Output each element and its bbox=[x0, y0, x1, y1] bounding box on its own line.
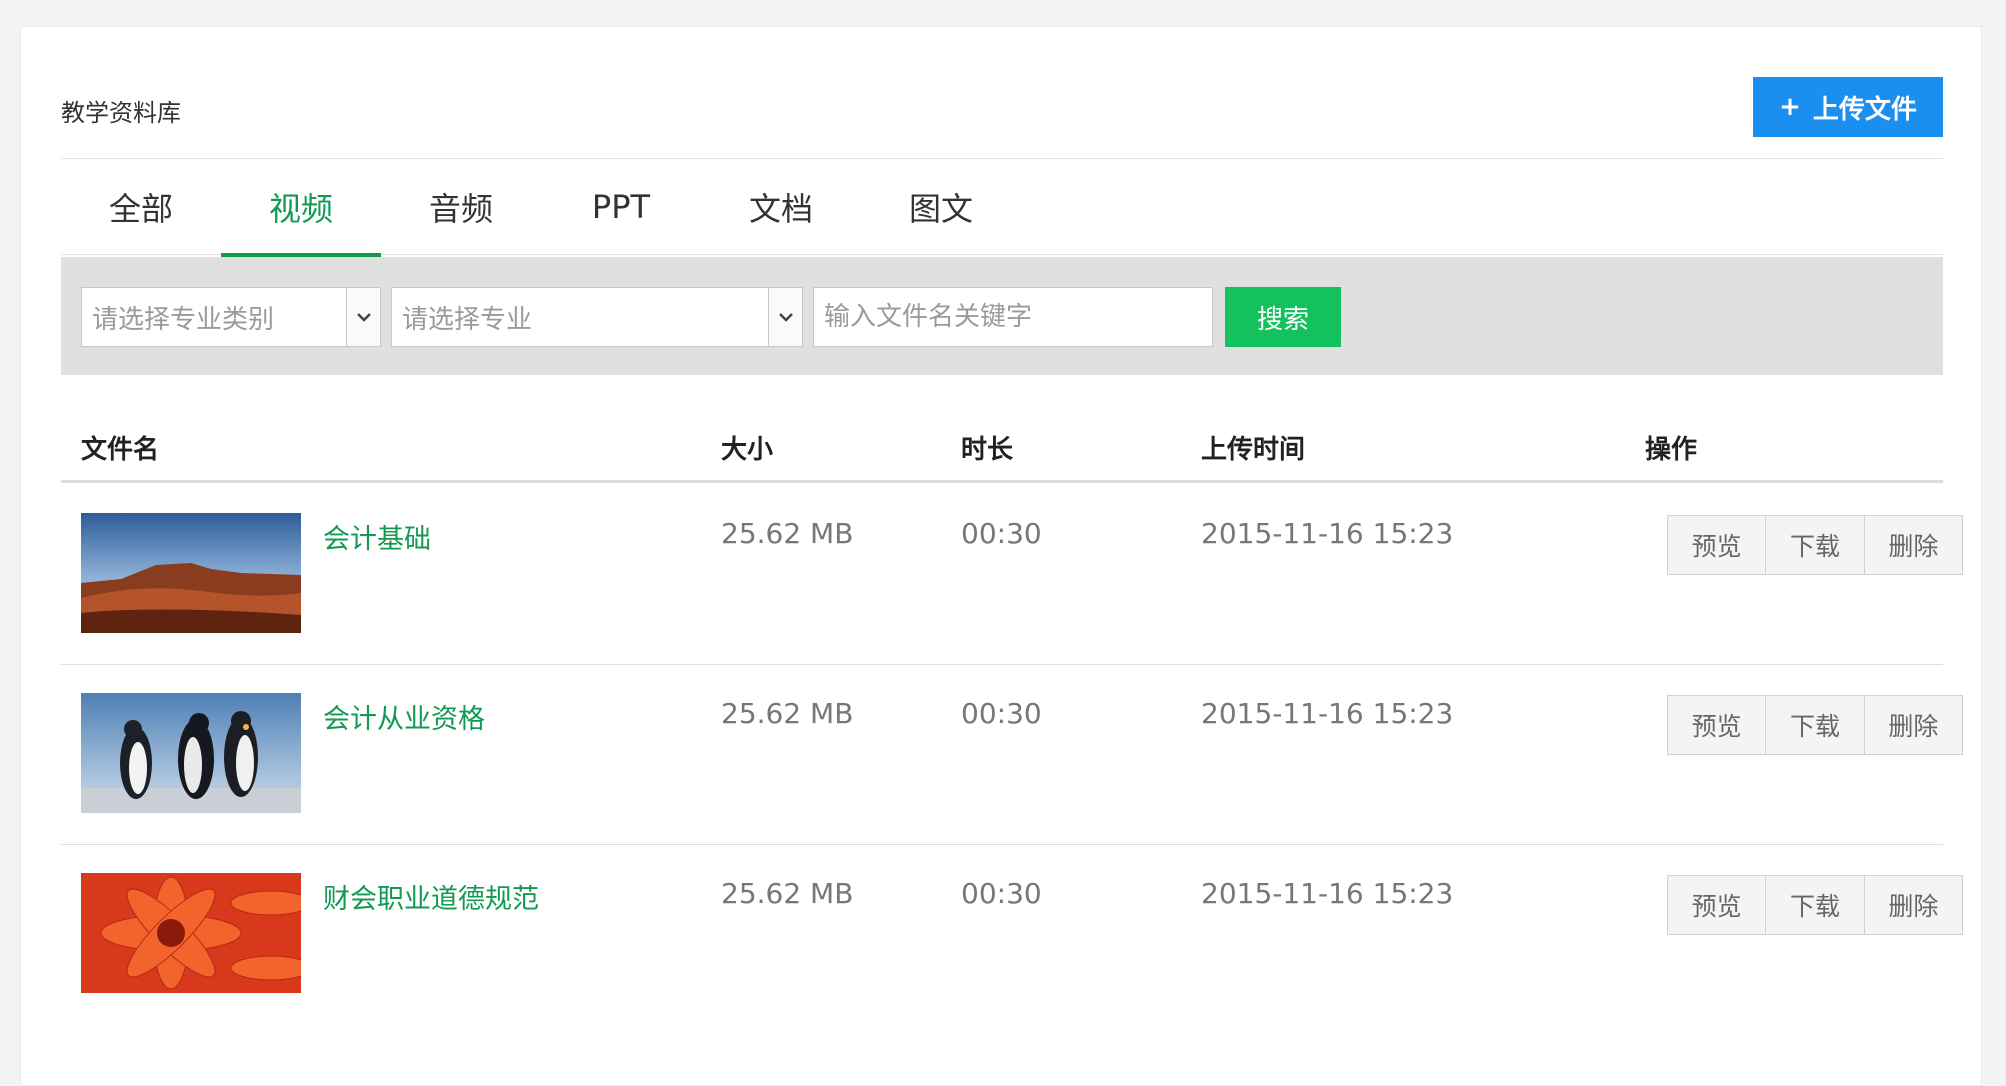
column-header-filename: 文件名 bbox=[81, 435, 160, 465]
preview-button[interactable]: 预览 bbox=[1668, 876, 1765, 934]
file-duration: 00:30 bbox=[961, 517, 1042, 550]
plus-icon: + bbox=[1779, 92, 1801, 122]
delete-button[interactable]: 删除 bbox=[1863, 876, 1962, 934]
tab-image-text[interactable]: 图文 bbox=[861, 159, 1021, 255]
row-actions: 预览 下载 删除 bbox=[1667, 515, 1963, 575]
category-select-value: 请选择专业类别 bbox=[92, 304, 275, 335]
preview-button[interactable]: 预览 bbox=[1668, 696, 1765, 754]
file-size: 25.62 MB bbox=[721, 697, 854, 730]
tab-ppt[interactable]: PPT bbox=[541, 159, 701, 255]
file-name-link[interactable]: 财会职业道德规范 bbox=[323, 877, 539, 916]
file-size: 25.62 MB bbox=[721, 877, 854, 910]
column-header-size: 大小 bbox=[721, 435, 774, 465]
category-select[interactable]: 请选择专业类别 bbox=[81, 287, 381, 347]
library-panel: 教学资料库 + 上传文件 全部 视频 音频 PPT 文档 图文 请选择专业类别 … bbox=[20, 26, 1982, 1086]
delete-button[interactable]: 删除 bbox=[1863, 696, 1962, 754]
column-header-duration: 时长 bbox=[961, 435, 1014, 465]
upload-time: 2015-11-16 15:23 bbox=[1201, 697, 1454, 730]
download-button[interactable]: 下载 bbox=[1765, 696, 1863, 754]
upload-file-button[interactable]: + 上传文件 bbox=[1753, 77, 1943, 137]
delete-button[interactable]: 删除 bbox=[1863, 516, 1962, 574]
file-name-link[interactable]: 会计基础 bbox=[323, 517, 431, 556]
table-row: 财会职业道德规范 25.62 MB 00:30 2015-11-16 15:23… bbox=[61, 845, 1963, 1025]
download-button[interactable]: 下载 bbox=[1765, 876, 1863, 934]
keyword-search-input[interactable] bbox=[813, 287, 1213, 347]
upload-time: 2015-11-16 15:23 bbox=[1201, 877, 1454, 910]
upload-time: 2015-11-16 15:23 bbox=[1201, 517, 1454, 550]
column-header-actions: 操作 bbox=[1645, 435, 1698, 465]
file-type-tabs: 全部 视频 音频 PPT 文档 图文 bbox=[61, 159, 1943, 257]
video-thumbnail[interactable] bbox=[81, 693, 301, 813]
preview-button[interactable]: 预览 bbox=[1668, 516, 1765, 574]
download-button[interactable]: 下载 bbox=[1765, 516, 1863, 574]
file-duration: 00:30 bbox=[961, 877, 1042, 910]
chevron-down-icon[interactable] bbox=[768, 288, 802, 346]
row-actions: 预览 下载 删除 bbox=[1667, 695, 1963, 755]
major-select[interactable]: 请选择专业 bbox=[391, 287, 803, 347]
file-name-link[interactable]: 会计从业资格 bbox=[323, 697, 485, 736]
page-title: 教学资料库 bbox=[61, 99, 181, 127]
video-thumbnail[interactable] bbox=[81, 873, 301, 993]
tab-all[interactable]: 全部 bbox=[61, 159, 221, 255]
major-select-value: 请选择专业 bbox=[402, 304, 533, 335]
table-header: 文件名 大小 时长 上传时间 操作 bbox=[61, 399, 1943, 483]
file-duration: 00:30 bbox=[961, 697, 1042, 730]
file-size: 25.62 MB bbox=[721, 517, 854, 550]
video-thumbnail[interactable] bbox=[81, 513, 301, 633]
filter-bar: 请选择专业类别 请选择专业 搜索 bbox=[61, 257, 1943, 375]
table-row: 会计基础 25.62 MB 00:30 2015-11-16 15:23 预览 … bbox=[61, 485, 1963, 665]
column-header-upload-time: 上传时间 bbox=[1201, 435, 1306, 465]
upload-file-label: 上传文件 bbox=[1812, 94, 1917, 125]
tab-document[interactable]: 文档 bbox=[701, 159, 861, 255]
row-actions: 预览 下载 删除 bbox=[1667, 875, 1963, 935]
header: 教学资料库 + 上传文件 bbox=[61, 51, 1943, 159]
table-row: 会计从业资格 25.62 MB 00:30 2015-11-16 15:23 预… bbox=[61, 665, 1963, 845]
search-button[interactable]: 搜索 bbox=[1225, 287, 1341, 347]
tab-video[interactable]: 视频 bbox=[221, 159, 381, 257]
chevron-down-icon[interactable] bbox=[346, 288, 380, 346]
tab-audio[interactable]: 音频 bbox=[381, 159, 541, 255]
